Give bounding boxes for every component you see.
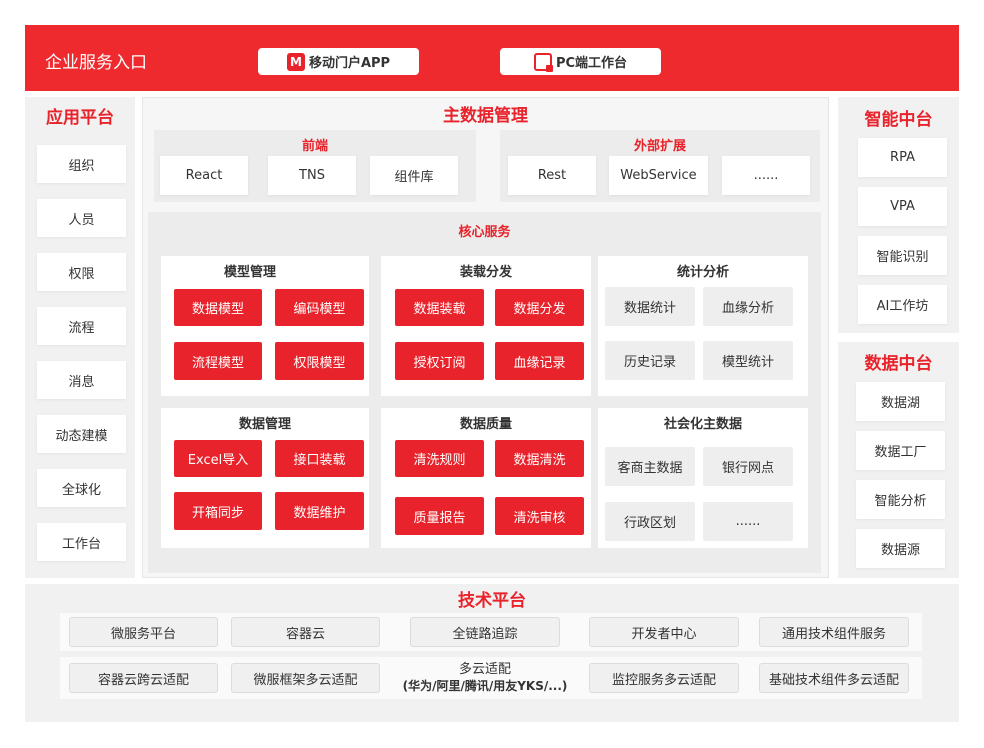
model-mgmt-title: 模型管理: [223, 264, 276, 280]
mobile-portal-label: 移动门户APP: [308, 56, 391, 71]
data-distribute-button[interactable]: 数据分发: [495, 289, 584, 326]
app-platform-item[interactable]: 全球化: [37, 469, 126, 507]
data-center-item[interactable]: 数据工厂: [856, 431, 945, 470]
model-stats-button[interactable]: 模型统计: [703, 341, 793, 380]
history-record-button[interactable]: 历史记录: [605, 341, 695, 380]
pc-monitor-icon: [533, 52, 553, 72]
data-clean-button[interactable]: 数据清洗: [495, 440, 584, 477]
tech-platform-title: 技术平台: [458, 590, 526, 611]
quality-title: 数据质量: [459, 416, 512, 432]
tech-adapter-item[interactable]: 容器云跨云适配: [69, 663, 218, 693]
external-rest: Rest: [508, 156, 596, 195]
enterprise-entry-title: 企业服务入口: [45, 53, 147, 73]
data-center-item[interactable]: 数据源: [856, 529, 945, 568]
frontend-component-lib: 组件库: [370, 156, 458, 195]
permission-model-button[interactable]: 权限模型: [275, 342, 364, 380]
social-more-button[interactable]: ......: [703, 502, 793, 541]
mobile-app-icon: M: [286, 52, 305, 71]
external-title: 外部扩展: [633, 138, 686, 154]
tech-service-item[interactable]: 微服务平台: [69, 617, 218, 647]
tech-service-item[interactable]: 开发者中心: [589, 617, 739, 647]
data-center-item[interactable]: 数据湖: [856, 382, 945, 421]
tech-service-item[interactable]: 通用技术组件服务: [759, 617, 909, 647]
frontend-tns: TNS: [268, 156, 356, 195]
app-platform-item[interactable]: 消息: [37, 361, 126, 399]
bank-branch-button[interactable]: 银行网点: [703, 447, 793, 486]
enterprise-entry-bar: [25, 25, 959, 91]
tech-adapter-item[interactable]: 微服框架多云适配: [231, 663, 380, 693]
multi-cloud-label: 多云适配: [458, 662, 511, 677]
data-stats-button[interactable]: 数据统计: [605, 287, 695, 326]
customer-master-button[interactable]: 客商主数据: [605, 447, 695, 486]
mobile-portal-button[interactable]: M 移动门户APP: [258, 48, 419, 75]
frontend-react: React: [160, 156, 248, 195]
app-platform-item[interactable]: 流程: [37, 307, 126, 345]
tech-adapter-item[interactable]: 监控服务多云适配: [589, 663, 739, 693]
app-platform-item[interactable]: 工作台: [37, 523, 126, 561]
data-maintain-button[interactable]: 数据维护: [275, 492, 364, 530]
pc-workbench-label: PC端工作台: [555, 56, 628, 71]
app-platform-item[interactable]: 组织: [37, 145, 126, 183]
multi-cloud-adapter: 多云适配 (华为/阿里/腾讯/用友YKS/...): [400, 659, 570, 697]
data-center-item[interactable]: 智能分析: [856, 480, 945, 519]
clean-review-button[interactable]: 清洗审核: [495, 497, 584, 535]
mdm-title: 主数据管理: [443, 105, 528, 126]
stats-title: 统计分析: [676, 264, 729, 280]
tech-adapter-item[interactable]: 基础技术组件多云适配: [759, 663, 909, 693]
auth-subscribe-button[interactable]: 授权订阅: [395, 342, 484, 380]
core-services-title: 核心服务: [458, 224, 511, 240]
multi-cloud-vendors: (华为/阿里/腾讯/用友YKS/...): [402, 679, 568, 693]
smart-center-title: 智能中台: [864, 109, 933, 130]
data-load-button[interactable]: 数据装载: [395, 289, 484, 326]
box-sync-button[interactable]: 开箱同步: [174, 492, 262, 530]
app-platform-item[interactable]: 权限: [37, 253, 126, 291]
app-platform-item[interactable]: 人员: [37, 199, 126, 237]
social-title: 社会化主数据: [663, 416, 742, 432]
smart-center-item[interactable]: VPA: [858, 187, 947, 226]
smart-center-item[interactable]: 智能识别: [858, 236, 947, 275]
smart-center-item[interactable]: AI工作坊: [858, 285, 947, 324]
load-dist-title: 装载分发: [459, 264, 512, 280]
frontend-title: 前端: [301, 138, 328, 154]
smart-center-item[interactable]: RPA: [858, 138, 947, 177]
quality-report-button[interactable]: 质量报告: [395, 497, 484, 535]
admin-region-button[interactable]: 行政区划: [605, 502, 695, 541]
tech-service-item[interactable]: 容器云: [231, 617, 380, 647]
lineage-record-button[interactable]: 血缘记录: [495, 342, 584, 380]
pc-workbench-button[interactable]: PC端工作台: [500, 48, 661, 75]
data-mgmt-title: 数据管理: [238, 416, 291, 432]
encoding-model-button[interactable]: 编码模型: [275, 289, 364, 326]
clean-rules-button[interactable]: 清洗规则: [395, 440, 484, 477]
process-model-button[interactable]: 流程模型: [174, 342, 262, 380]
app-platform-title: 应用平台: [46, 107, 114, 128]
lineage-analysis-button[interactable]: 血缘分析: [703, 287, 793, 326]
app-platform-item[interactable]: 动态建模: [37, 415, 126, 453]
api-load-button[interactable]: 接口装载: [275, 440, 364, 477]
external-more: ......: [722, 156, 810, 195]
data-model-button[interactable]: 数据模型: [174, 289, 262, 326]
excel-import-button[interactable]: Excel导入: [174, 440, 262, 477]
tech-service-item[interactable]: 全链路追踪: [410, 617, 560, 647]
data-center-title: 数据中台: [864, 353, 933, 374]
external-webservice: WebService: [609, 156, 708, 195]
